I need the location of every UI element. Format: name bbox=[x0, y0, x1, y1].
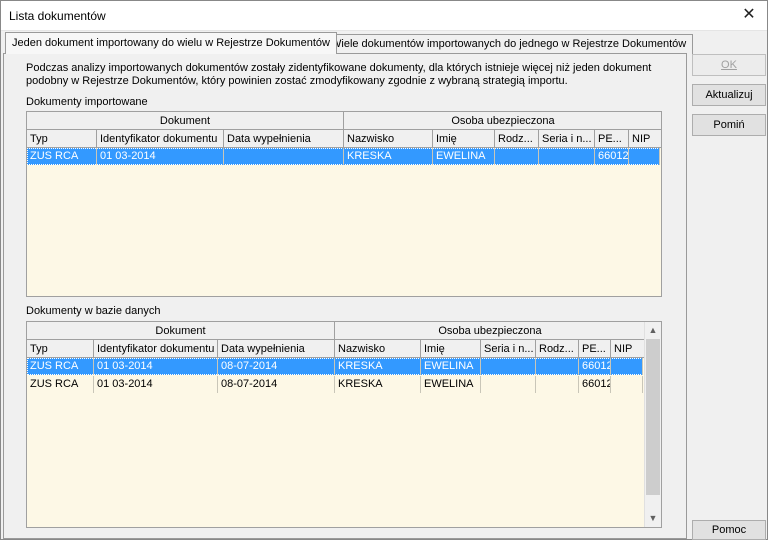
column-header[interactable]: Data wypełnienia bbox=[218, 340, 335, 358]
dialog-window: Lista dokumentów ✕ Jeden dokument import… bbox=[0, 0, 768, 540]
column-header[interactable]: NIP bbox=[611, 340, 646, 358]
imported-section-label: Dokumenty importowane bbox=[26, 96, 148, 108]
cell-pesel: 66012 bbox=[579, 376, 611, 393]
imported-grid: Dokument Osoba ubezpieczona Typ Identyfi… bbox=[26, 111, 662, 297]
cell-fill-date: 08-07-2014 bbox=[218, 358, 335, 375]
tab-many-to-single[interactable]: Wiele dokumentów importowanych do jedneg… bbox=[324, 34, 694, 54]
column-header[interactable]: Typ bbox=[27, 340, 94, 358]
cell-first-name: EWELINA bbox=[421, 376, 481, 393]
column-header[interactable]: Rodz... bbox=[495, 130, 539, 148]
group-header-document: Dokument bbox=[27, 112, 344, 130]
scroll-down-icon[interactable]: ▼ bbox=[645, 510, 661, 527]
cell-fill-date: 08-07-2014 bbox=[218, 376, 335, 393]
column-header[interactable]: Data wypełnienia bbox=[224, 130, 344, 148]
table-row[interactable]: ZUS RCA 01 03-2014 08-07-2014 KRESKA EWE… bbox=[27, 358, 643, 375]
cell-identifier: 01 03-2014 bbox=[97, 148, 224, 165]
imported-group-header: Dokument Osoba ubezpieczona bbox=[27, 112, 661, 130]
cell-first-name: EWELINA bbox=[433, 148, 495, 165]
cell-doc-type bbox=[536, 358, 579, 375]
column-header[interactable]: Seria i n... bbox=[481, 340, 536, 358]
database-grid: Dokument Osoba ubezpieczona Typ Identyfi… bbox=[26, 321, 662, 528]
cell-first-name: EWELINA bbox=[421, 358, 481, 375]
refresh-button[interactable]: Aktualizuj bbox=[692, 84, 766, 106]
ok-button[interactable]: OK bbox=[692, 54, 766, 76]
cell-identifier: 01 03-2014 bbox=[94, 358, 218, 375]
database-section-label: Dokumenty w bazie danych bbox=[26, 305, 161, 317]
database-column-header: Typ Identyfikator dokumentu Data wypełni… bbox=[27, 340, 646, 358]
database-group-header: Dokument Osoba ubezpieczona bbox=[27, 322, 646, 340]
table-row[interactable]: ZUS RCA 01 03-2014 KRESKA EWELINA 66012 bbox=[27, 148, 660, 165]
group-header-document: Dokument bbox=[27, 322, 335, 340]
cell-nip bbox=[611, 358, 643, 375]
column-header[interactable]: NIP bbox=[629, 130, 661, 148]
imported-column-header: Typ Identyfikator dokumentu Data wypełni… bbox=[27, 130, 661, 148]
column-header[interactable]: Identyfikator dokumentu bbox=[94, 340, 218, 358]
description-text: Podczas analizy importowanych dokumentów… bbox=[26, 62, 666, 88]
cell-type: ZUS RCA bbox=[27, 376, 94, 393]
vertical-scrollbar[interactable]: ▲ ▼ bbox=[644, 322, 661, 527]
title-bar: Lista dokumentów ✕ bbox=[1, 1, 767, 31]
column-header[interactable]: Seria i n... bbox=[539, 130, 595, 148]
table-row[interactable]: ZUS RCA 01 03-2014 08-07-2014 KRESKA EWE… bbox=[27, 376, 643, 393]
cell-identifier: 01 03-2014 bbox=[94, 376, 218, 393]
cell-fill-date bbox=[224, 148, 344, 165]
cell-doc-type bbox=[495, 148, 539, 165]
column-header[interactable]: PE... bbox=[579, 340, 611, 358]
skip-button-label: Pomiń bbox=[713, 119, 745, 131]
column-header[interactable]: PE... bbox=[595, 130, 629, 148]
cell-series bbox=[539, 148, 595, 165]
column-header[interactable]: Identyfikator dokumentu bbox=[97, 130, 224, 148]
refresh-button-label: Aktualizuj bbox=[705, 89, 753, 101]
help-button[interactable]: Pomoc bbox=[692, 520, 766, 540]
cell-nip bbox=[611, 376, 643, 393]
cell-pesel: 66012 bbox=[579, 358, 611, 375]
column-header[interactable]: Rodz... bbox=[536, 340, 579, 358]
window-title: Lista dokumentów bbox=[9, 9, 106, 23]
group-header-insured: Osoba ubezpieczona bbox=[335, 322, 646, 340]
cell-nip bbox=[629, 148, 660, 165]
column-header[interactable]: Typ bbox=[27, 130, 97, 148]
tab-panel: Podczas analizy importowanych dokumentów… bbox=[3, 53, 687, 539]
help-button-label: Pomoc bbox=[711, 524, 747, 536]
tab-single-to-many[interactable]: Jeden dokument importowany do wielu w Re… bbox=[5, 32, 337, 54]
cell-series bbox=[481, 358, 536, 375]
cell-pesel: 66012 bbox=[595, 148, 629, 165]
cell-type: ZUS RCA bbox=[27, 148, 97, 165]
scroll-up-icon[interactable]: ▲ bbox=[645, 322, 661, 339]
column-header[interactable]: Nazwisko bbox=[344, 130, 433, 148]
column-header[interactable]: Nazwisko bbox=[335, 340, 421, 358]
description-line-1: Podczas analizy importowanych dokumentów… bbox=[26, 62, 652, 74]
group-header-insured: Osoba ubezpieczona bbox=[344, 112, 661, 130]
column-header[interactable]: Imię bbox=[421, 340, 481, 358]
scroll-thumb[interactable] bbox=[646, 339, 660, 495]
close-icon[interactable]: ✕ bbox=[739, 5, 759, 25]
cell-surname: KRESKA bbox=[344, 148, 433, 165]
cell-surname: KRESKA bbox=[335, 376, 421, 393]
description-line-2: podobny w Rejestrze Dokumentów, który po… bbox=[26, 75, 568, 87]
skip-button[interactable]: Pomiń bbox=[692, 114, 766, 136]
cell-series bbox=[481, 376, 536, 393]
ok-button-label: OK bbox=[721, 59, 737, 71]
cell-doc-type bbox=[536, 376, 579, 393]
cell-type: ZUS RCA bbox=[27, 358, 94, 375]
column-header[interactable]: Imię bbox=[433, 130, 495, 148]
cell-surname: KRESKA bbox=[335, 358, 421, 375]
